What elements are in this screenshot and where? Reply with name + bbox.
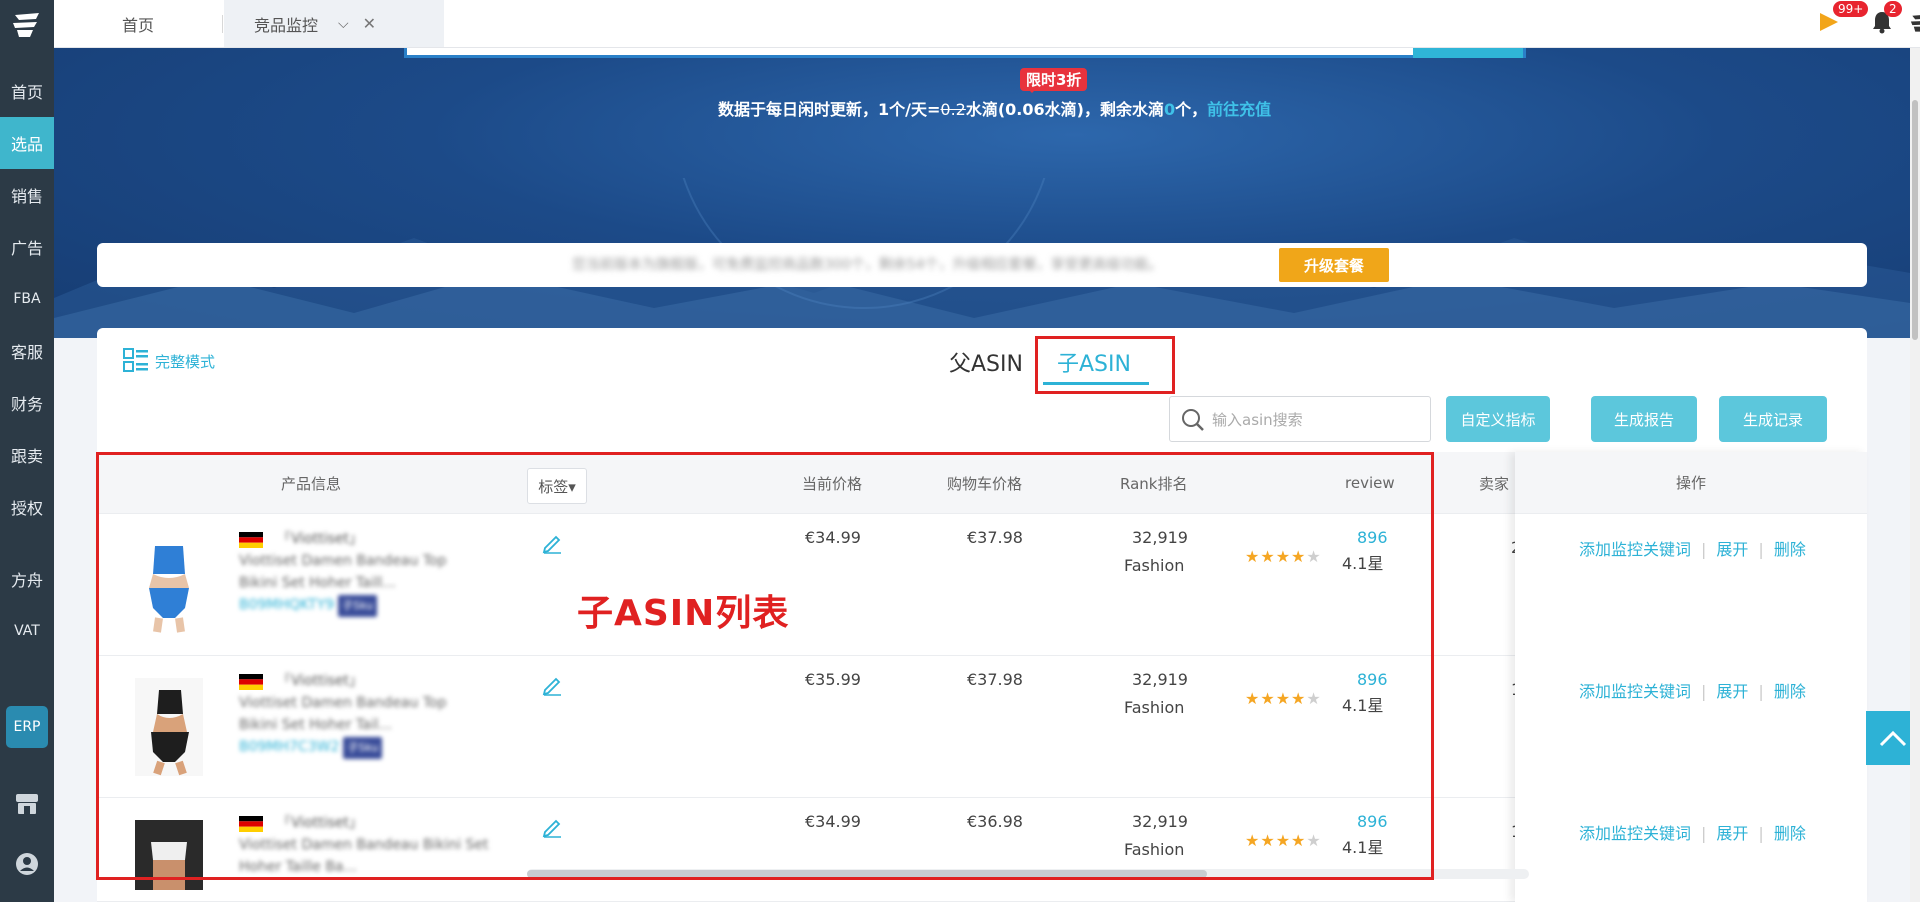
- action-divider: |: [1758, 540, 1764, 559]
- sidebar-item-finance[interactable]: 财务: [0, 377, 54, 429]
- search-icon: [1182, 409, 1204, 431]
- notice-suffix: 个，: [1175, 100, 1208, 119]
- erp-button[interactable]: ERP: [6, 706, 48, 748]
- highlight-box-child-tab: [1035, 336, 1175, 394]
- tab-home[interactable]: 首页: [54, 0, 222, 47]
- tab-competitor-monitoring-label: 竞品监控: [254, 15, 319, 35]
- generate-report-button[interactable]: 生成报告: [1591, 396, 1697, 442]
- avatar[interactable]: [1908, 10, 1920, 40]
- col-seller[interactable]: 卖家: [1479, 452, 1509, 514]
- promo-badge: 限时3折: [1020, 68, 1088, 93]
- sidebar-item-fba[interactable]: FBA: [0, 273, 54, 325]
- action-divider: |: [1701, 540, 1707, 559]
- delete-link[interactable]: 删除: [1774, 824, 1806, 843]
- full-mode-toggle[interactable]: 完整模式: [123, 348, 215, 374]
- notice-prefix: 数据于每日闲时更新，1个/天=: [718, 100, 941, 119]
- generate-records-button[interactable]: 生成记录: [1719, 396, 1827, 442]
- user-circle-icon[interactable]: [11, 848, 43, 880]
- sidebar-item-home[interactable]: 首页: [0, 65, 54, 117]
- grid-list-icon: [123, 348, 148, 372]
- vertical-scroll-thumb[interactable]: [1912, 100, 1918, 340]
- tab-parent-asin[interactable]: 父ASIN: [949, 346, 1023, 378]
- full-mode-label: 完整模式: [155, 352, 216, 371]
- top-right-tools: 99+ 2: [1766, 0, 1920, 47]
- plan-notice-text: 您当前版本为旗舰版，可免费监控商品数300个，剩余54个，升级相应套餐，享受更高…: [572, 257, 1163, 273]
- notice-remaining: 0: [1163, 100, 1176, 119]
- app-logo-icon[interactable]: [0, 0, 54, 50]
- update-notice: 数据于每日闲时更新，1个/天=0.2水滴(0.06水滴)，剩余水滴0个，前往充值: [718, 96, 1271, 120]
- tab-competitor-monitoring[interactable]: 竞品监控 ⌵ ✕: [224, 0, 444, 47]
- add-keyword-link[interactable]: 添加监控关键词: [1579, 540, 1691, 559]
- flag-badge: 99+: [1833, 1, 1869, 17]
- custom-metrics-button[interactable]: 自定义指标: [1446, 396, 1550, 442]
- delete-link[interactable]: 删除: [1774, 540, 1806, 559]
- expand-link[interactable]: 展开: [1716, 540, 1748, 559]
- delete-link[interactable]: 删除: [1774, 682, 1806, 701]
- action-divider: |: [1701, 824, 1707, 843]
- sidebar-item-vat[interactable]: VAT: [0, 605, 54, 657]
- expand-link[interactable]: 展开: [1716, 824, 1748, 843]
- add-keyword-link[interactable]: 添加监控关键词: [1579, 682, 1691, 701]
- sidebar-item-product-selection[interactable]: 选品: [0, 117, 54, 169]
- notice-strike-price: 0.2: [940, 100, 966, 119]
- row-actions: 添加监控关键词 | 展开 | 删除: [1579, 820, 1806, 844]
- notice-mid: 水滴(0.06水滴)，剩余水滴: [965, 100, 1164, 119]
- chevron-up-icon: [1879, 730, 1907, 747]
- add-keyword-link[interactable]: 添加监控关键词: [1579, 824, 1691, 843]
- col-operations: 操作: [1515, 452, 1867, 514]
- action-divider: |: [1758, 682, 1764, 701]
- row-actions: 添加监控关键词 | 展开 | 删除: [1579, 536, 1806, 560]
- asin-search-input[interactable]: 输入asin搜索: [1169, 396, 1431, 442]
- top-tab-bar: 首页 竞品监控 ⌵ ✕ 99+ 2: [54, 0, 1920, 48]
- annotation-child-asin-list: 子ASIN列表: [577, 593, 790, 634]
- highlight-box-child-asin-list: [96, 452, 1434, 880]
- hero-search-bar[interactable]: [404, 48, 1526, 58]
- action-divider: |: [1701, 682, 1707, 701]
- hero-search-button[interactable]: [1413, 48, 1523, 58]
- sidebar-item-ark[interactable]: 方舟: [0, 553, 54, 605]
- sidebar-item-authorization[interactable]: 授权: [0, 481, 54, 533]
- vertical-scrollbar[interactable]: [1910, 48, 1920, 902]
- search-placeholder: 输入asin搜索: [1212, 411, 1303, 429]
- tab-divider: [222, 15, 223, 33]
- hero-banner: 限时3折 数据于每日闲时更新，1个/天=0.2水滴(0.06水滴)，剩余水滴0个…: [54, 48, 1910, 338]
- close-icon[interactable]: ✕: [363, 14, 376, 33]
- expand-link[interactable]: 展开: [1716, 682, 1748, 701]
- row-actions: 添加监控关键词 | 展开 | 删除: [1579, 678, 1806, 702]
- bell-badge: 2: [1884, 1, 1902, 17]
- chevron-down-icon[interactable]: ⌵: [338, 16, 349, 32]
- action-divider: |: [1758, 824, 1764, 843]
- left-sidebar: 首页 选品 销售 广告 FBA 客服 财务 跟卖 授权 方舟 VAT ERP: [0, 0, 54, 902]
- sidebar-item-customer-service[interactable]: 客服: [0, 325, 54, 377]
- sidebar-item-ads[interactable]: 广告: [0, 221, 54, 273]
- sidebar-item-follow-sell[interactable]: 跟卖: [0, 429, 54, 481]
- sidebar-item-sales[interactable]: 销售: [0, 169, 54, 221]
- recharge-link[interactable]: 前往充值: [1207, 100, 1271, 119]
- upgrade-notice-card: 您当前版本为旗舰版，可免费监控商品数300个，剩余54个，升级相应套餐，享受更高…: [97, 243, 1867, 287]
- competitor-panel: 完整模式 父ASIN 子ASIN 输入asin搜索 自定义指标 生成报告 生成记…: [96, 328, 1867, 902]
- store-icon[interactable]: [11, 788, 43, 820]
- upgrade-plan-button[interactable]: 升级套餐: [1279, 248, 1389, 282]
